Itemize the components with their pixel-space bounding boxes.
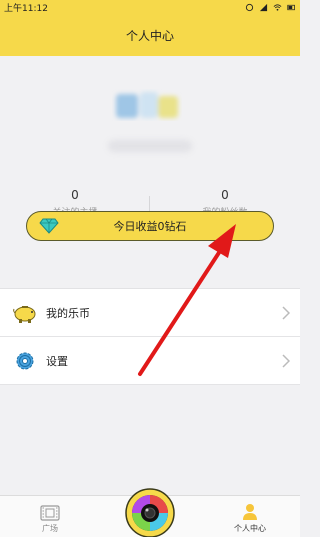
menu-item-coins[interactable]: 我的乐币	[0, 289, 300, 337]
wifi-icon	[273, 3, 282, 11]
fans-count: 0	[221, 188, 229, 202]
battery-icon	[287, 4, 295, 10]
status-bar: 上午11:12	[0, 0, 300, 14]
signal-icon	[259, 3, 268, 11]
page-title: 个人中心	[125, 28, 174, 43]
stats-divider	[149, 196, 150, 212]
earnings-button[interactable]: 今日收益0钻石	[26, 211, 274, 241]
person-icon	[243, 504, 257, 520]
menu-item-label: 我的乐币	[46, 306, 90, 320]
chevron-right-icon	[282, 354, 290, 368]
tab-square[interactable]: 广场	[0, 496, 100, 537]
gear-icon	[12, 348, 38, 374]
following-count: 0	[71, 188, 79, 202]
tab-profile[interactable]: 个人中心	[200, 496, 300, 537]
menu-item-settings[interactable]: 设置	[0, 337, 300, 385]
username-blurred	[108, 140, 192, 152]
menu-list: 我的乐币 设置	[0, 288, 300, 385]
alarm-icon	[245, 3, 254, 11]
piggy-bank-icon	[12, 300, 38, 326]
menu-item-label: 设置	[46, 354, 68, 368]
camera-lens-icon[interactable]	[124, 487, 176, 537]
tab-label: 广场	[42, 524, 58, 533]
title-bar: 个人中心	[0, 14, 300, 56]
profile-header	[0, 56, 300, 206]
chevron-right-icon	[282, 306, 290, 320]
tab-label: 个人中心	[234, 524, 266, 533]
diamond-icon	[39, 218, 59, 234]
earnings-label: 今日收益0钻石	[113, 220, 187, 233]
avatar[interactable]	[112, 88, 182, 128]
status-time: 上午11:12	[4, 3, 48, 14]
film-icon	[40, 505, 60, 521]
